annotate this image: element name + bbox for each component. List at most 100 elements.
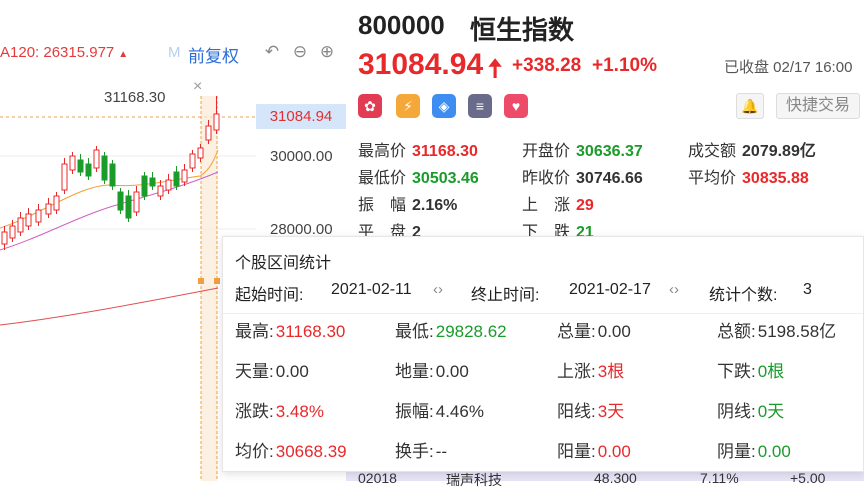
stat-cell-value: 0.00 (435, 362, 469, 381)
candle-body (133, 191, 140, 213)
candle-body (213, 113, 220, 131)
candle-body (189, 153, 196, 169)
start-time-value[interactable]: 2021-02-11 (331, 281, 431, 299)
price-change-pct: +1.10% (592, 55, 657, 76)
stat-cell-value: 0天 (757, 402, 785, 421)
stat-cell: 阳量: 0.00 (557, 437, 631, 462)
stat-cell-value: 29828.62 (435, 322, 507, 341)
stat-cell-value: 3根 (597, 362, 625, 381)
stat-cell: 天量: 0.00 (235, 357, 309, 382)
candle-body (197, 147, 204, 159)
candle-body (85, 163, 92, 177)
stat-cell: 换手: -- (395, 437, 447, 462)
stat-prev-close: 昨收价 30746.66 (522, 170, 643, 187)
stat-cell: 涨跌: 3.48% (235, 397, 324, 422)
stat-cell-label: 均价: (235, 442, 274, 461)
stat-cell-label: 阳线: (557, 402, 596, 421)
candle-body (101, 155, 108, 181)
candle-body (173, 171, 180, 187)
row-pct: 7.11% (700, 470, 739, 486)
row-price: 48.300 (594, 470, 637, 486)
stat-cell-value: 30668.39 (275, 442, 347, 461)
stat-cell-label: 下跌: (717, 362, 756, 381)
heart-icon[interactable]: ♥ (504, 94, 528, 118)
stat-cell-label: 总量: (557, 322, 596, 341)
stat-cell: 最高: 31168.30 (235, 317, 345, 342)
candle-body (17, 217, 24, 233)
stat-cell-label: 换手: (395, 442, 434, 461)
stat-cell-value: 31168.30 (275, 322, 346, 341)
stat-cell-label: 涨跌: (235, 402, 274, 421)
stat-cell: 总额: 5198.58亿 (717, 317, 836, 342)
count-value: 3 (803, 281, 812, 298)
start-time-label: 起始时间: (235, 287, 304, 304)
stat-avg: 平均价 30835.88 (688, 170, 809, 187)
note-icon[interactable]: ≡ (468, 94, 492, 118)
stat-high: 最高价 31168.30 (358, 143, 478, 160)
candle-body (165, 179, 172, 191)
ma5-line (0, 149, 219, 229)
stat-cell-value: 3.48% (275, 402, 324, 421)
price-change: +338.28 (512, 55, 582, 76)
up-arrow-icon: 🠅 (488, 53, 503, 83)
candle-body (149, 177, 156, 187)
candle-body (93, 149, 100, 169)
row-name: 瑞声科技 (446, 472, 502, 488)
alert-bell-button[interactable]: 🔔 (736, 93, 764, 119)
stat-cell: 振幅: 4.46% (395, 397, 484, 422)
candle-body (157, 185, 164, 197)
candle-body (45, 203, 52, 215)
stat-cell-label: 阴量: (717, 442, 756, 461)
stat-turnover: 成交额 2079.89亿 (688, 143, 816, 160)
ma20-line (0, 171, 219, 251)
last-price: 31084.94 (358, 48, 484, 81)
stat-cell: 地量: 0.00 (395, 357, 469, 382)
stat-cell-value: 0.00 (757, 442, 791, 461)
tag-icon[interactable]: ◈ (432, 94, 456, 118)
candle-body (205, 125, 212, 141)
candle-body (181, 169, 188, 183)
start-time-stepper-icon[interactable]: ‹› (433, 281, 443, 298)
stat-cell-label: 最低: (395, 322, 434, 341)
quick-trade-button[interactable]: 快捷交易 (776, 93, 860, 119)
selection-handle-right (214, 278, 220, 284)
stock-code: 800000 (358, 10, 445, 40)
candle-body (109, 163, 116, 187)
stat-cell-value: 0根 (757, 362, 785, 381)
lightning-icon[interactable]: ⚡ (396, 94, 420, 118)
candle-body (35, 209, 42, 223)
stat-cell: 阴线: 0天 (717, 397, 784, 422)
candle-body (53, 195, 60, 211)
stat-cell: 下跌: 0根 (717, 357, 784, 382)
stat-cell-value: 0.00 (597, 322, 631, 341)
stat-cell-value: 3天 (597, 402, 625, 421)
end-time-stepper-icon[interactable]: ‹› (669, 281, 679, 298)
stat-cell: 最低: 29828.62 (395, 317, 507, 342)
stat-cell-value: -- (435, 442, 448, 461)
stat-cell-value: 4.46% (435, 402, 484, 421)
market-status: 已收盘 02/17 16:00 (724, 59, 853, 76)
end-time-value[interactable]: 2021-02-17 (569, 281, 669, 299)
candle-body (61, 163, 68, 191)
stat-amplitude: 振 幅 2.16% (358, 197, 458, 214)
stat-cell: 阴量: 0.00 (717, 437, 791, 462)
end-time-label: 终止时间: (471, 287, 540, 304)
stat-cell-label: 总额: (717, 322, 756, 341)
stat-cell-value: 0.00 (597, 442, 631, 461)
candle-body (9, 225, 16, 239)
stat-low: 最低价 30503.46 (358, 170, 479, 187)
candle-body (125, 195, 132, 219)
selection-handle-left (198, 278, 204, 284)
ma120-line (0, 287, 219, 326)
hk-flower-icon[interactable]: ✿ (358, 94, 382, 118)
popup-title: 个股区间统计 (235, 255, 332, 272)
candle-body (141, 175, 148, 197)
stat-cell-value: 0.00 (275, 362, 309, 381)
candle-body (25, 213, 32, 227)
stat-cell-label: 天量: (235, 362, 274, 381)
candle-body (1, 231, 8, 245)
y-axis-label: 30000.00 (270, 148, 333, 165)
range-stats-popup: 个股区间统计 起始时间: 2021-02-11 ‹› 终止时间: 2021-02… (222, 236, 864, 472)
candles-group (1, 96, 220, 250)
candle-body (77, 159, 84, 173)
